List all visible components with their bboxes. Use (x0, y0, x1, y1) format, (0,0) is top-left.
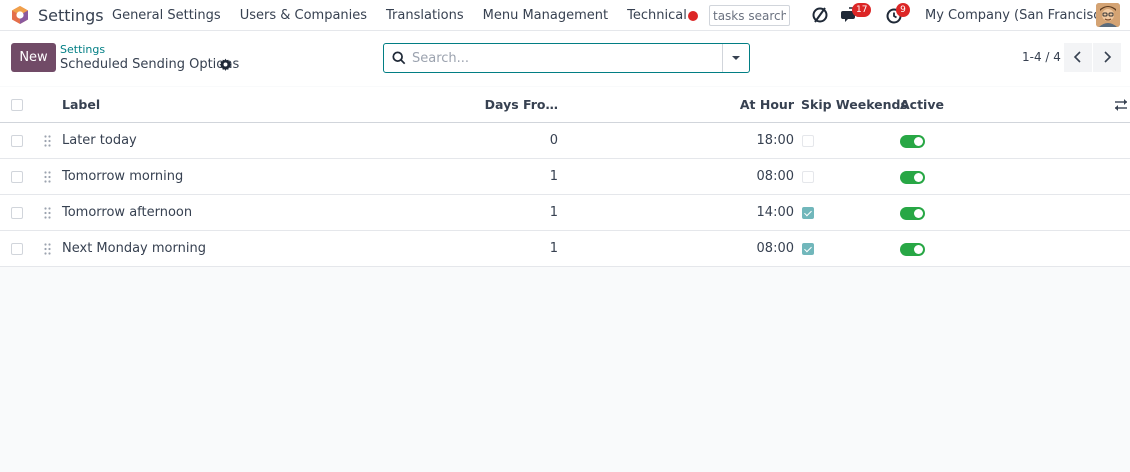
active-toggle[interactable] (900, 243, 925, 256)
skip-weekends-checkbox[interactable] (802, 243, 814, 255)
search-icon (392, 51, 406, 65)
menu-item-translations[interactable]: Translations (386, 0, 473, 31)
new-button[interactable]: New (11, 43, 56, 72)
list-view: Label Days Fro… At Hour Skip Weekends Ac… (0, 87, 1130, 267)
cell-hour[interactable]: 08:00 (700, 159, 794, 194)
column-header-active[interactable]: Active (900, 87, 944, 122)
table-row[interactable]: Tomorrow morning 1 08:00 (0, 159, 1130, 195)
select-all-checkbox[interactable] (11, 99, 23, 111)
drag-handle-icon[interactable] (44, 135, 51, 147)
menu-item-menu-management[interactable]: Menu Management (483, 0, 617, 31)
menu-item-general-settings[interactable]: General Settings (112, 0, 230, 31)
cell-days[interactable]: 1 (440, 159, 558, 194)
drag-handle-icon[interactable] (44, 171, 51, 183)
row-checkbox[interactable] (11, 135, 23, 147)
row-checkbox[interactable] (11, 207, 23, 219)
top-navbar: Settings General Settings Users & Compan… (0, 0, 1130, 31)
menu-item-technical[interactable]: Technical (627, 0, 696, 31)
cell-label[interactable]: Later today (62, 123, 137, 158)
cell-days[interactable]: 1 (440, 231, 558, 266)
gear-icon[interactable] (219, 58, 232, 71)
cell-hour[interactable]: 14:00 (700, 195, 794, 230)
column-header-hour[interactable]: At Hour (700, 87, 794, 122)
active-toggle[interactable] (900, 171, 925, 184)
pager-value[interactable]: 1-4 / 4 (1022, 50, 1061, 64)
active-toggle[interactable] (900, 207, 925, 220)
search-bar (383, 43, 750, 73)
user-avatar[interactable] (1096, 3, 1120, 27)
main-menu: General Settings Users & Companies Trans… (112, 0, 706, 31)
recording-indicator-icon[interactable] (688, 11, 698, 21)
row-checkbox[interactable] (11, 171, 23, 183)
pager-previous-button[interactable] (1064, 43, 1092, 72)
optional-columns-icon[interactable] (1114, 98, 1128, 112)
table-row[interactable]: Later today 0 18:00 (0, 123, 1130, 159)
cell-label[interactable]: Next Monday morning (62, 231, 206, 266)
company-switcher[interactable]: My Company (San Francisco) (925, 8, 1113, 23)
cell-days[interactable]: 1 (440, 195, 558, 230)
breadcrumb-parent[interactable]: Settings (60, 43, 105, 56)
cell-hour[interactable]: 18:00 (700, 123, 794, 158)
search-input[interactable] (412, 45, 712, 71)
activities-count-badge: 9 (896, 3, 910, 17)
odoo-app-logo-icon[interactable] (10, 5, 30, 25)
pager-next-button[interactable] (1093, 43, 1121, 72)
column-header-days[interactable]: Days Fro… (440, 87, 558, 122)
skip-weekends-checkbox[interactable] (802, 171, 814, 183)
user-avatar-icon (1096, 3, 1120, 27)
table-row[interactable]: Tomorrow afternoon 1 14:00 (0, 195, 1130, 231)
table-row[interactable]: Next Monday morning 1 08:00 (0, 231, 1130, 267)
cell-days[interactable]: 0 (440, 123, 558, 158)
app-title[interactable]: Settings (38, 6, 104, 25)
search-options-toggle[interactable] (722, 44, 749, 72)
control-panel: New Settings Scheduled Sending Options 1… (0, 31, 1130, 86)
switch-icon[interactable] (810, 5, 830, 25)
tasks-search-input[interactable] (709, 5, 790, 26)
drag-handle-icon[interactable] (44, 243, 51, 255)
cell-label[interactable]: Tomorrow morning (62, 159, 183, 194)
skip-weekends-checkbox[interactable] (802, 135, 814, 147)
table-body: Later today 0 18:00 Tomorrow morning 1 08:00 T… (0, 123, 1130, 267)
table-header: Label Days Fro… At Hour Skip Weekends Ac… (0, 87, 1130, 123)
column-header-label[interactable]: Label (62, 87, 100, 122)
menu-item-users-companies[interactable]: Users & Companies (240, 0, 376, 31)
caret-down-icon (732, 56, 740, 60)
drag-handle-icon[interactable] (44, 207, 51, 219)
cell-label[interactable]: Tomorrow afternoon (62, 195, 192, 230)
row-checkbox[interactable] (11, 243, 23, 255)
cell-hour[interactable]: 08:00 (700, 231, 794, 266)
chevron-left-icon (1073, 51, 1081, 63)
active-toggle[interactable] (900, 135, 925, 148)
chevron-right-icon (1104, 51, 1112, 63)
breadcrumb-current: Scheduled Sending Options (60, 57, 240, 72)
messages-count-badge: 17 (852, 3, 872, 17)
skip-weekends-checkbox[interactable] (802, 207, 814, 219)
column-header-skip-weekends[interactable]: Skip Weekends (801, 87, 908, 122)
